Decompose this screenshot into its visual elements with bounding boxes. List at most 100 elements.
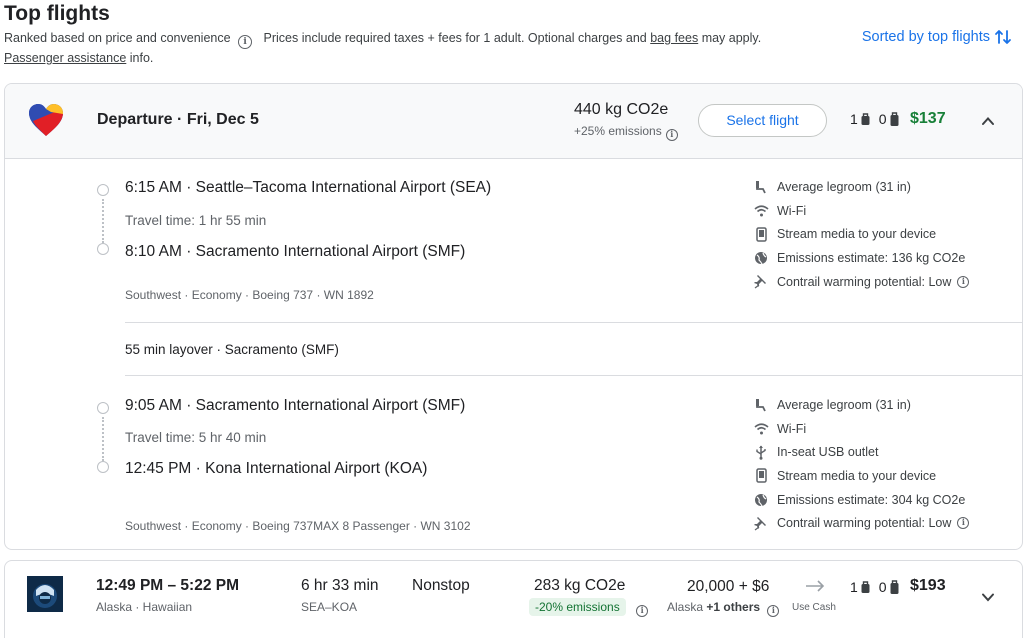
amenity-text: Wi-Fi: [777, 421, 807, 436]
amenity-text: Emissions estimate: 304 kg CO2e: [777, 492, 966, 507]
flight-price: $137: [910, 110, 946, 127]
route-line: [102, 417, 104, 461]
emissions-badge-wrap: -20% emissions i: [529, 598, 649, 617]
segment2-departure: 9:05 AM · Sacramento International Airpo…: [125, 397, 465, 415]
legroom-icon: [753, 179, 769, 195]
co2-value: 440 kg CO2e: [574, 101, 669, 118]
arrow-right-icon: [806, 580, 825, 592]
passenger-assistance-link[interactable]: Passenger assistance: [4, 51, 126, 65]
divider: [125, 375, 1022, 376]
depart-airport: Sacramento International Airport (SMF): [195, 397, 466, 414]
separator-dot: ·: [186, 179, 196, 196]
usb-icon: [753, 444, 769, 460]
sort-label: Sorted by top flights: [861, 29, 990, 45]
amenity-text: Wi-Fi: [777, 203, 807, 218]
departure-label: Departure: [97, 111, 173, 128]
segment2-amenities: Average legroom (31 in) Wi-Fi In-seat US…: [753, 393, 970, 535]
prices-text: Prices include required taxes + fees for…: [263, 31, 647, 45]
flight-duration: 6 hr 33 min: [301, 577, 379, 594]
arrival-dot: [97, 243, 109, 255]
points-price: 20,000 + $6: [687, 578, 770, 595]
amenity-text: Average legroom (31 in): [777, 179, 911, 194]
info-icon[interactable]: i: [238, 35, 253, 49]
segment1-travel-time: Travel time: 1 hr 55 min: [125, 213, 267, 228]
chevron-down-icon[interactable]: [981, 590, 995, 604]
segment2-arrival: 12:45 PM · Kona International Airport (K…: [125, 460, 427, 478]
emissions-delta-text: +25% emissions: [574, 124, 662, 138]
prices-suffix: may apply.: [701, 31, 762, 45]
amenity-text: Stream media to your device: [777, 227, 937, 242]
flight-airlines: Alaska · Hawaiian: [96, 600, 193, 614]
passenger-suffix: info.: [129, 51, 154, 65]
contrail-icon: [753, 274, 769, 290]
amenity-text: Contrail warming potential: Low: [777, 516, 952, 531]
sort-button[interactable]: Sorted by top flights: [862, 28, 1012, 46]
checked-bag-icon: [890, 579, 899, 594]
separator-dot: ·: [186, 243, 196, 260]
layover-info: 55 min layover · Sacramento (SMF): [125, 342, 339, 357]
checked-bag-count: 0: [878, 111, 887, 127]
flight-stops: Nonstop: [412, 577, 470, 594]
info-icon[interactable]: i: [957, 275, 970, 288]
depart-time: 6:15 AM: [125, 179, 182, 196]
passenger-info: Passenger assistance info.: [4, 51, 153, 65]
segment2-details: Southwest · Economy · Boeing 737MAX 8 Pa…: [125, 519, 471, 533]
arrive-time: 8:10 AM: [125, 243, 182, 260]
co2-value: 283 kg CO2e: [534, 577, 626, 594]
amenity-contrail: Contrail warming potential: Low i: [753, 270, 970, 294]
wifi-icon: [753, 203, 769, 219]
page-title: Top flights: [4, 2, 110, 25]
depart-time: 9:05 AM: [125, 397, 182, 414]
wifi-icon: [753, 421, 769, 437]
segment1-arrival: 8:10 AM · Sacramento International Airpo…: [125, 243, 465, 261]
info-icon[interactable]: i: [665, 129, 678, 141]
departure-dot: [97, 402, 109, 414]
amenity-wifi: Wi-Fi: [753, 417, 969, 441]
route-line: [102, 199, 104, 243]
amenity-wifi: Wi-Fi: [753, 199, 969, 223]
amenity-text: Contrail warming potential: Low: [777, 274, 952, 289]
carry-on-count: 1: [850, 579, 858, 595]
info-icon[interactable]: i: [767, 605, 780, 617]
use-cash-link[interactable]: Use Cash: [792, 602, 836, 613]
bag-counts: 1 0: [850, 579, 900, 595]
flight-result-row[interactable]: 12:49 PM – 5:22 PM Alaska · Hawaiian 6 h…: [4, 560, 1023, 638]
amenity-emissions: Emissions estimate: 136 kg CO2e: [753, 246, 969, 270]
chevron-up-icon[interactable]: [981, 114, 995, 128]
amenity-text: In-seat USB outlet: [777, 445, 879, 460]
amenity-stream: Stream media to your device: [753, 222, 969, 246]
info-icon[interactable]: i: [636, 605, 649, 617]
separator-dot: ·: [186, 397, 196, 414]
checked-bag-count: 0: [878, 579, 887, 595]
bag-fees-link[interactable]: bag fees: [650, 31, 698, 45]
amenity-stream: Stream media to your device: [753, 464, 969, 488]
southwest-logo-icon: [29, 104, 63, 136]
arrive-airport: Sacramento International Airport (SMF): [195, 243, 466, 260]
amenity-text: Emissions estimate: 136 kg CO2e: [777, 250, 966, 265]
amenity-emissions: Emissions estimate: 304 kg CO2e: [753, 488, 969, 512]
carry-on-count: 1: [850, 111, 858, 127]
globe-icon: [753, 492, 769, 508]
phone-stream-icon: [753, 226, 769, 242]
emissions-delta: +25% emissions i: [574, 124, 678, 141]
amenity-legroom: Average legroom (31 in): [753, 393, 969, 417]
flight-price: $193: [910, 577, 946, 594]
segment1-details: Southwest · Economy · Boeing 737 · WN 18…: [125, 288, 374, 302]
arrive-time: 12:45 PM: [125, 460, 192, 477]
info-icon[interactable]: i: [957, 517, 970, 530]
legroom-icon: [753, 397, 769, 413]
bag-counts: 1 0: [850, 111, 900, 127]
selected-flight-header[interactable]: Departure · Fri, Dec 5 440 kg CO2e +25% …: [5, 84, 1022, 159]
points-airlines: Alaska +1 others i: [667, 600, 780, 617]
points-airline: Alaska: [667, 600, 704, 614]
ranked-text: Ranked based on price and convenience: [4, 31, 231, 45]
phone-stream-icon: [753, 468, 769, 484]
contrail-icon: [753, 515, 769, 531]
separator-dot: ·: [195, 460, 206, 477]
alaska-logo-icon: [27, 576, 63, 612]
checked-bag-icon: [890, 111, 899, 126]
arrive-airport: Kona International Airport (KOA): [205, 460, 428, 477]
carry-on-bag-icon: [861, 113, 870, 125]
select-flight-button[interactable]: Select flight: [698, 104, 827, 137]
segment1-departure: 6:15 AM · Seattle–Tacoma International A…: [125, 179, 491, 197]
